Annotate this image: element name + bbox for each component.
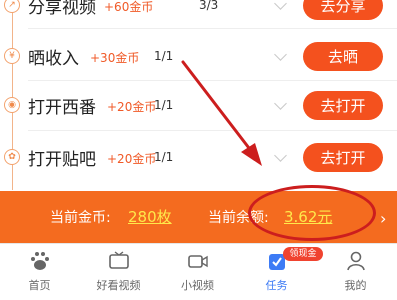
video-camera-icon: [188, 255, 208, 268]
tab-short-video[interactable]: 小视频: [158, 244, 237, 300]
annotation-ellipse: [248, 185, 376, 241]
tab-label: 首页: [28, 279, 51, 292]
tab-home[interactable]: 首页: [0, 244, 79, 300]
tab-label: 好看视频: [96, 279, 141, 292]
tab-mine[interactable]: 我的: [316, 244, 395, 300]
tab-label: 我的: [344, 279, 367, 292]
bottom-tab-bar: 首页 好看视频 小视频 任务 我的: [0, 243, 397, 300]
tv-icon: [109, 251, 129, 269]
claim-cash-badge[interactable]: 领现金: [283, 247, 323, 261]
paw-icon: [31, 252, 49, 270]
tab-label: 小视频: [181, 279, 214, 292]
person-icon: [347, 251, 365, 271]
tab-label: 任务: [265, 279, 288, 292]
tab-haokan[interactable]: 好看视频: [79, 244, 158, 300]
